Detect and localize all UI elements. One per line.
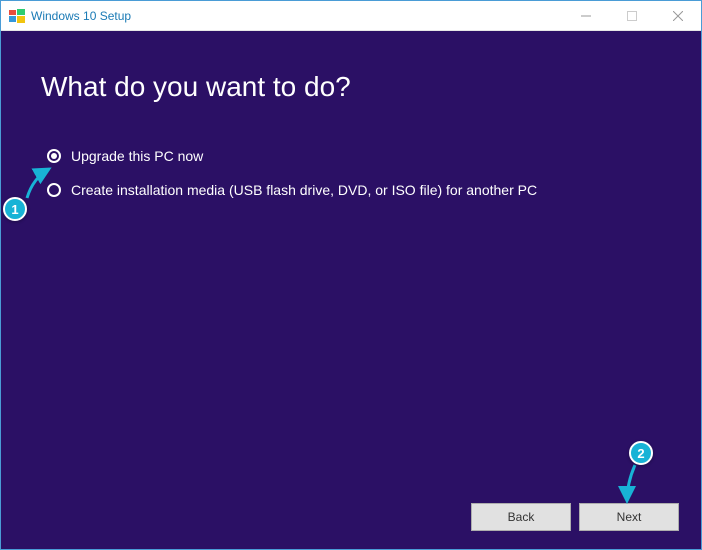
window-controls bbox=[563, 1, 701, 30]
footer-buttons: Back Next bbox=[471, 503, 679, 531]
annotation-callout-2: 2 bbox=[629, 441, 653, 465]
option-create-media[interactable]: Create installation media (USB flash dri… bbox=[47, 182, 661, 198]
radio-icon bbox=[47, 149, 61, 163]
radio-label: Upgrade this PC now bbox=[71, 148, 203, 164]
maximize-button[interactable] bbox=[609, 1, 655, 30]
content-area: What do you want to do? Upgrade this PC … bbox=[1, 31, 701, 549]
titlebar: Windows 10 Setup bbox=[1, 1, 701, 31]
minimize-button[interactable] bbox=[563, 1, 609, 30]
annotation-arrow-icon bbox=[617, 463, 645, 505]
option-upgrade-now[interactable]: Upgrade this PC now bbox=[47, 148, 661, 164]
page-heading: What do you want to do? bbox=[41, 71, 661, 103]
back-button[interactable]: Back bbox=[471, 503, 571, 531]
next-button[interactable]: Next bbox=[579, 503, 679, 531]
window-title: Windows 10 Setup bbox=[31, 9, 563, 23]
radio-group: Upgrade this PC now Create installation … bbox=[47, 148, 661, 198]
radio-label: Create installation media (USB flash dri… bbox=[71, 182, 537, 198]
annotation-arrow-icon bbox=[23, 166, 55, 201]
app-icon bbox=[9, 8, 25, 24]
close-button[interactable] bbox=[655, 1, 701, 30]
annotation-callout-1: 1 bbox=[3, 197, 27, 221]
